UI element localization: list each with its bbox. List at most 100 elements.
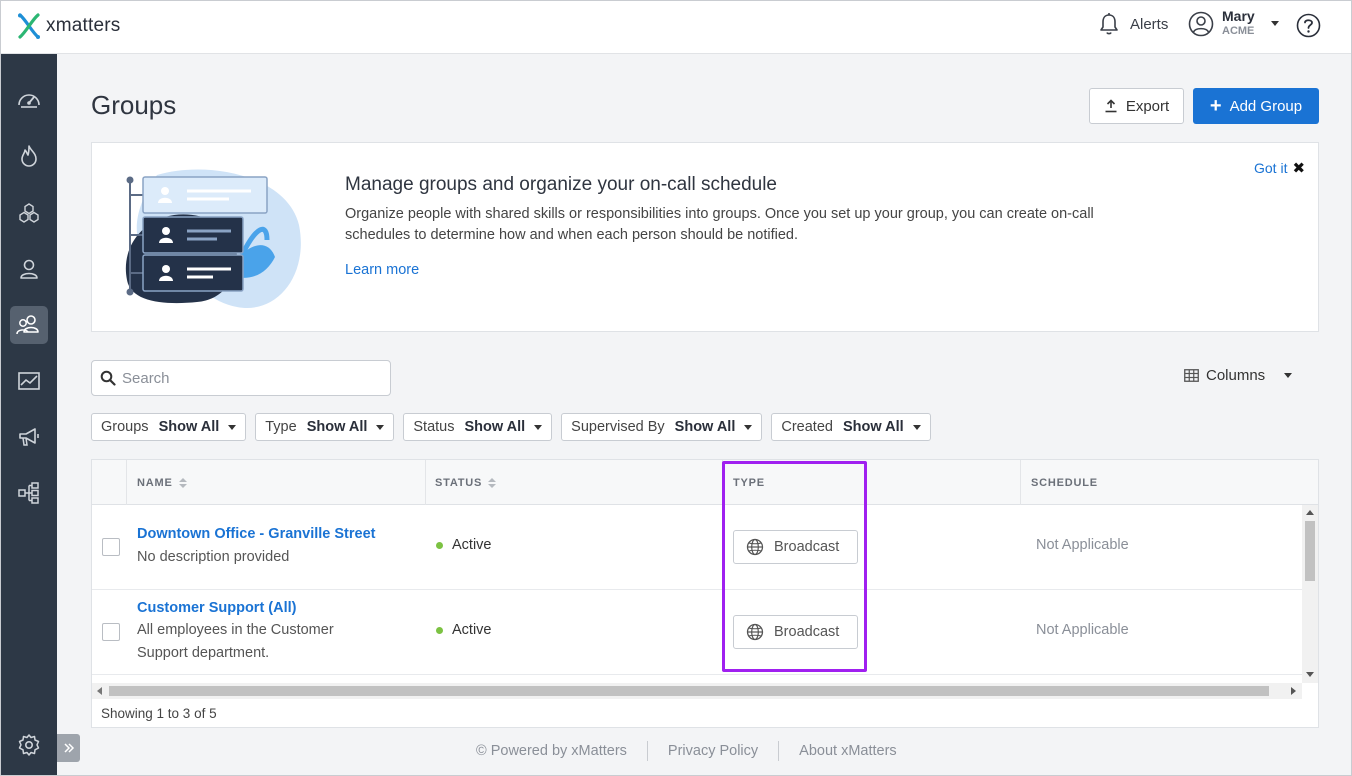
group-description-line-2: Support department. [137, 645, 270, 661]
schedule-cell: Not Applicable [1036, 622, 1129, 638]
help-button[interactable] [1296, 13, 1321, 43]
sidebar-item-messaging[interactable] [10, 418, 48, 456]
vertical-scrollbar[interactable] [1302, 505, 1318, 683]
filter-type[interactable]: Type Show All [255, 413, 395, 441]
column-header-name[interactable]: NAME [137, 460, 187, 505]
scroll-right-icon[interactable] [1291, 687, 1296, 695]
alerts-label: Alerts [1130, 15, 1169, 33]
privacy-policy-link[interactable]: Privacy Policy [668, 743, 758, 759]
add-group-button[interactable]: + Add Group [1193, 88, 1319, 124]
sidebar-item-incidents[interactable] [10, 137, 48, 175]
column-header-label: SCHEDULE [1031, 476, 1098, 489]
got-it-label: Got it [1254, 160, 1288, 176]
type-label: Broadcast [774, 624, 840, 640]
sidebar-item-integrations[interactable] [10, 474, 48, 512]
scroll-down-icon[interactable] [1306, 672, 1314, 677]
people-group-icon [16, 315, 39, 335]
column-header-status[interactable]: STATUS [435, 460, 497, 505]
chevron-down-icon [1270, 21, 1279, 26]
table-columns-icon [1184, 369, 1199, 382]
xmatters-logo-icon [18, 13, 40, 39]
table-row[interactable]: Customer Support (All) All employees in … [92, 590, 1302, 675]
sidebar-expand-button[interactable] [57, 734, 80, 762]
chevron-down-icon [744, 424, 753, 430]
page-title: Groups [91, 90, 177, 120]
column-divider [425, 460, 426, 505]
horizontal-scrollbar[interactable] [92, 683, 1302, 699]
status-cell: Active [436, 537, 492, 553]
got-it-button[interactable]: Got it ✖ [1254, 159, 1305, 177]
filter-groups[interactable]: Groups Show All [91, 413, 247, 441]
flame-icon [21, 145, 37, 167]
column-header-label: STATUS [435, 476, 483, 489]
status-label: Active [452, 622, 492, 638]
filter-supervised-by[interactable]: Supervised By Show All [561, 413, 763, 441]
row-checkbox[interactable] [102, 538, 120, 556]
logo-text: xmatters [46, 15, 121, 36]
hexagons-icon [19, 203, 39, 223]
alerts-button[interactable]: Alerts [1098, 12, 1168, 36]
learn-more-link[interactable]: Learn more [345, 262, 419, 278]
filter-status[interactable]: Status Show All [403, 413, 553, 441]
groups-table: NAME STATUS TYPE SCHEDULE Downtown Offic… [91, 459, 1319, 728]
sidebar-item-dashboard[interactable] [10, 81, 48, 119]
chart-icon [18, 372, 40, 390]
column-header-type[interactable]: TYPE [733, 460, 765, 505]
filter-label: Supervised By [571, 419, 665, 435]
export-label: Export [1125, 97, 1170, 115]
scroll-up-icon[interactable] [1306, 510, 1314, 515]
column-header-schedule[interactable]: SCHEDULE [1031, 460, 1098, 505]
sort-icon [488, 477, 497, 488]
banner-title: Manage groups and organize your on-call … [345, 174, 777, 195]
flow-diagram-icon [18, 482, 39, 504]
type-badge: Broadcast [733, 530, 858, 564]
page-footer: © Powered by xMatters Privacy Policy Abo… [476, 741, 897, 761]
sidebar-item-groups[interactable] [10, 306, 48, 344]
app-logo[interactable]: xmatters [16, 12, 120, 40]
group-name-link[interactable]: Downtown Office - Granville Street [137, 526, 375, 542]
filter-bar: Groups Show All Type Show All Status Sho… [91, 413, 931, 441]
type-label: Broadcast [774, 539, 840, 555]
schedule-cell: Not Applicable [1036, 537, 1129, 553]
horizontal-scroll-thumb[interactable] [109, 686, 1269, 696]
banner-description: Organize people with shared skills or re… [345, 206, 1094, 243]
user-menu[interactable]: Mary ACME [1188, 9, 1279, 38]
sidebar-item-users[interactable] [10, 250, 48, 288]
user-org: ACME [1222, 25, 1255, 37]
top-bar: xmatters Alerts Mary ACME [0, 0, 1352, 54]
sidebar-item-workflows[interactable] [10, 194, 48, 232]
type-badge: Broadcast [733, 615, 858, 649]
group-description-line-1: All employees in the Customer [137, 622, 334, 638]
bell-icon [1100, 13, 1118, 35]
search-input[interactable] [122, 369, 372, 387]
chevron-down-icon [376, 424, 385, 430]
powered-by-text: © Powered by xMatters [476, 743, 627, 759]
help-icon [1296, 13, 1321, 38]
table-header: NAME STATUS TYPE SCHEDULE [92, 460, 1318, 505]
scroll-left-icon[interactable] [97, 687, 102, 695]
column-divider [126, 460, 127, 505]
chevron-down-icon [1284, 373, 1293, 378]
filter-label: Groups [101, 419, 149, 435]
sidebar-item-settings[interactable] [10, 726, 48, 764]
sidebar [0, 54, 57, 776]
filter-created[interactable]: Created Show All [771, 413, 931, 441]
chevron-down-icon [228, 424, 237, 430]
pagination-summary: Showing 1 to 3 of 5 [101, 706, 217, 721]
vertical-scroll-thumb[interactable] [1305, 521, 1315, 581]
search-box [91, 360, 391, 396]
megaphone-icon [19, 428, 39, 446]
columns-button[interactable]: Columns [1184, 367, 1293, 384]
table-row[interactable]: Downtown Office - Granville Street No de… [92, 505, 1302, 590]
gear-icon [18, 734, 40, 756]
sidebar-item-analytics[interactable] [10, 362, 48, 400]
about-link[interactable]: About xMatters [799, 743, 897, 759]
search-icon [100, 370, 116, 386]
filter-label: Status [413, 419, 455, 435]
column-divider [1020, 460, 1021, 505]
active-status-dot-icon [436, 626, 443, 634]
row-checkbox[interactable] [102, 623, 120, 641]
group-name-link[interactable]: Customer Support (All) [137, 600, 297, 616]
export-button[interactable]: Export [1089, 88, 1184, 124]
filter-value: Show All [464, 419, 526, 435]
